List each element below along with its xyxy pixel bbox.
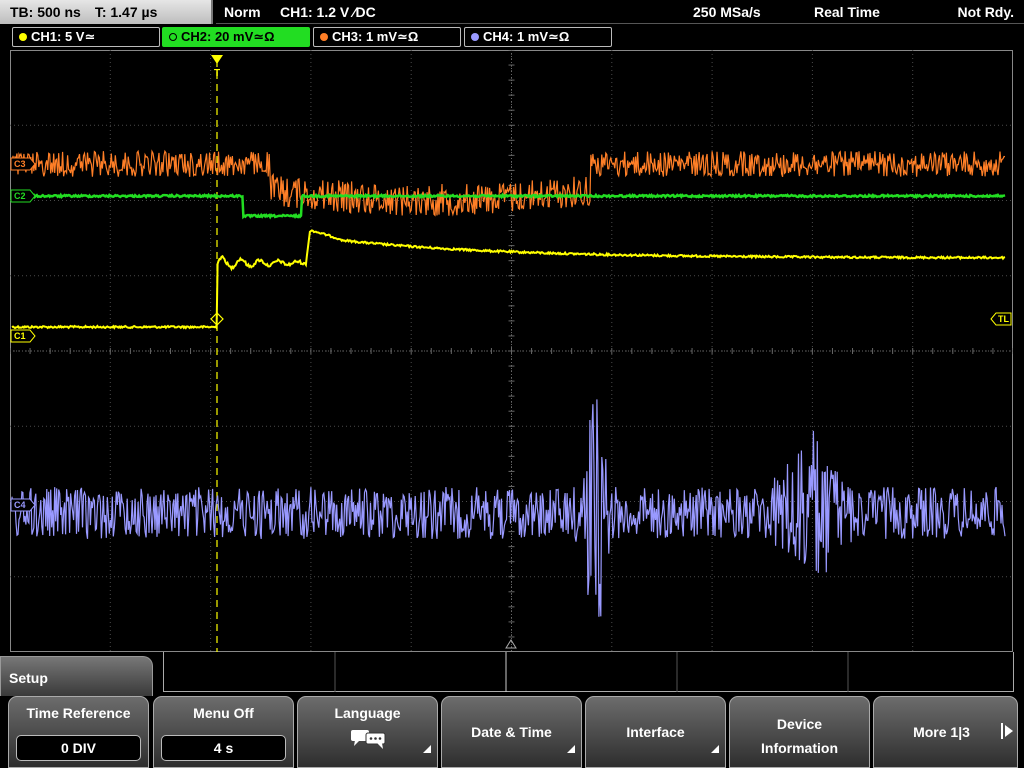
language-softkey[interactable]: Language — [297, 696, 438, 768]
date-time-label: Date & Time — [471, 724, 552, 740]
svg-text:T: T — [214, 68, 220, 79]
ch3-marker-label: C3 — [14, 159, 26, 169]
next-page-arrow-icon — [1005, 725, 1013, 737]
channel-tab-ch2[interactable]: CH2: 20 mV≃Ω — [162, 27, 310, 47]
ch3-dot-icon — [320, 33, 328, 41]
sample-rate: 250 MSa/s — [693, 4, 761, 20]
overview-graticule — [334, 652, 849, 692]
acquisition-mode: Real Time — [814, 4, 880, 20]
ch2-dot-icon — [169, 33, 177, 41]
submenu-indicator-icon — [423, 745, 431, 753]
device-information-line1: Device — [776, 716, 823, 732]
time-reference-label: Time Reference — [26, 705, 131, 721]
ch2-label: CH2: 20 mV≃Ω — [181, 29, 275, 44]
interface-label: Interface — [626, 724, 685, 740]
device-information-line2: Information — [761, 740, 838, 756]
submenu-indicator-icon — [711, 745, 719, 753]
more-softkey[interactable]: More 1|3 — [873, 696, 1018, 768]
ch4-marker[interactable]: C4 — [10, 498, 36, 512]
date-time-softkey[interactable]: Date & Time — [441, 696, 582, 768]
time-reference-value: 0 DIV — [16, 735, 141, 761]
ch4-label: CH4: 1 mV≃Ω — [483, 29, 570, 44]
ch4-dot-icon — [471, 33, 479, 41]
ch3-marker[interactable]: C3 — [10, 157, 36, 171]
interface-softkey[interactable]: Interface — [585, 696, 726, 768]
trigger-state: Not Rdy. — [957, 4, 1014, 20]
ch2-marker[interactable]: C2 — [10, 189, 36, 203]
menu-off-softkey[interactable]: Menu Off 4 s — [153, 696, 294, 768]
trigger-level-label: TL — [998, 314, 1009, 324]
trigger-setting[interactable]: CH1: 1.2 V ∕DC — [280, 0, 376, 24]
menu-off-value: 4 s — [161, 735, 286, 761]
more-label: More 1|3 — [913, 724, 970, 740]
menu-off-label: Menu Off — [193, 705, 254, 721]
speech-bubbles-icon — [350, 730, 385, 749]
next-page-bar-icon — [1001, 723, 1003, 739]
submenu-indicator-icon — [567, 745, 575, 753]
channel-tab-ch3[interactable]: CH3: 1 mV≃Ω — [313, 27, 461, 47]
ch4-marker-label: C4 — [14, 500, 26, 510]
menu-title: Setup — [0, 656, 153, 696]
language-label: Language — [334, 705, 401, 721]
ch1-marker[interactable]: C1 — [10, 329, 36, 343]
status-bar: TB: 500 ns T: 1.47 µs Norm CH1: 1.2 V ∕DC… — [0, 0, 1024, 24]
channel-tab-ch1[interactable]: CH1: 5 V≃ — [12, 27, 160, 47]
trigger-time-value: T: 1.47 µs — [94, 4, 158, 20]
ch1-label: CH1: 5 V≃ — [31, 29, 96, 44]
ch1-dot-icon — [19, 33, 27, 41]
trigger-mode[interactable]: Norm — [224, 0, 261, 24]
ch3-label: CH3: 1 mV≃Ω — [332, 29, 419, 44]
ch2-marker-label: C2 — [14, 191, 26, 201]
ch1-marker-label: C1 — [14, 331, 26, 341]
device-information-softkey[interactable]: Device Information — [729, 696, 870, 768]
device-information-label: Device Information — [730, 712, 869, 760]
timebase-box[interactable]: TB: 500 ns T: 1.47 µs — [0, 0, 213, 24]
channel-tab-ch4[interactable]: CH4: 1 mV≃Ω — [464, 27, 612, 47]
timebase-value: TB: 500 ns — [10, 4, 81, 20]
trigger-level-marker[interactable]: TL — [990, 312, 1012, 326]
time-reference-softkey[interactable]: Time Reference 0 DIV — [8, 696, 149, 768]
zoom-overview-strip — [163, 652, 1014, 692]
acquisition-status: Norm CH1: 1.2 V ∕DC 250 MSa/s Real Time … — [216, 0, 1024, 24]
waveform-display[interactable]: T C3 C2 C1 C4 TL — [10, 50, 1013, 652]
